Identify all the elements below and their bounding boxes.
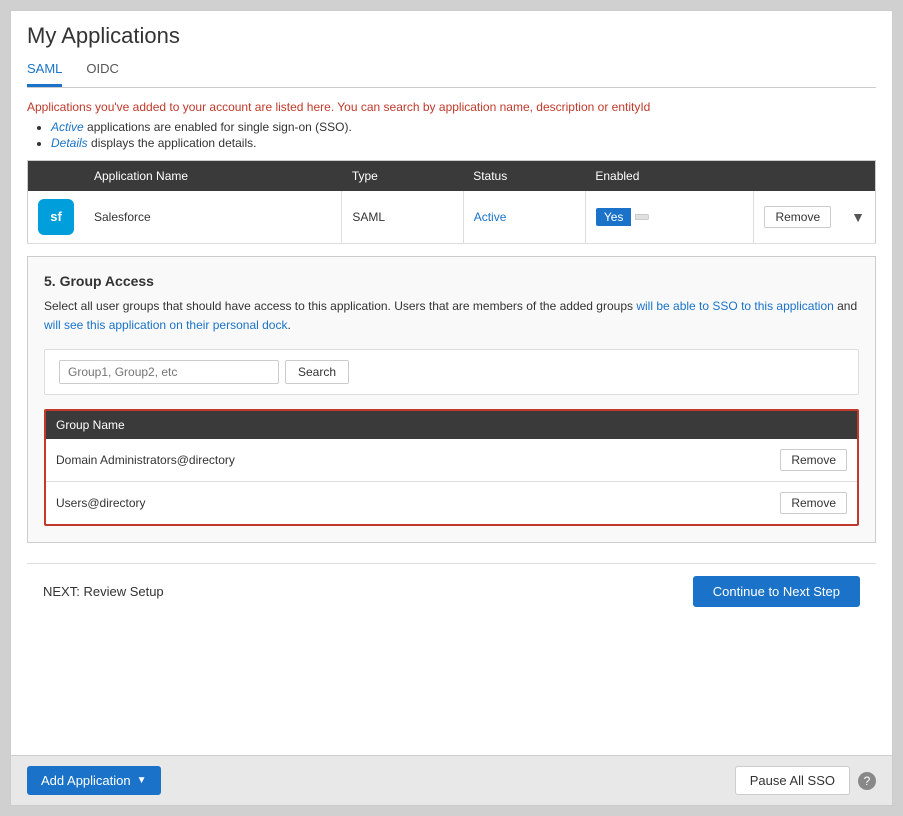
col-status: Status (463, 161, 585, 192)
tab-saml[interactable]: SAML (27, 57, 62, 87)
group-access-panel: 5. Group Access Select all user groups t… (27, 256, 876, 543)
app-name-cell: Salesforce (84, 191, 342, 244)
info-text: Applications you've added to your accoun… (27, 100, 876, 114)
group-table-wrapper: Group Name Domain Administrators@directo… (44, 409, 859, 526)
group-row-2: Users@directory Remove (46, 482, 857, 525)
app-type-cell: SAML (342, 191, 463, 244)
continue-button[interactable]: Continue to Next Step (693, 576, 860, 607)
footer-right: Pause All SSO ? (735, 766, 876, 795)
col-action (754, 161, 841, 192)
app-logo-cell: sf (28, 191, 85, 244)
section-description: Select all user groups that should have … (44, 297, 859, 335)
pause-sso-button[interactable]: Pause All SSO (735, 766, 850, 795)
tab-bar: SAML OIDC (27, 57, 876, 87)
group-col-name: Group Name (46, 411, 767, 439)
status-active-label: Active (474, 210, 507, 224)
col-type: Type (342, 161, 463, 192)
app-status-cell: Active (463, 191, 585, 244)
group-name-2: Users@directory (46, 482, 767, 525)
bullet2-italic: Details (51, 136, 88, 150)
col-app-name: Application Name (84, 161, 342, 192)
bullet2-rest: displays the application details. (88, 136, 257, 150)
bullet-list: Active applications are enabled for sing… (51, 120, 876, 150)
bullet1-rest: applications are enabled for single sign… (84, 120, 352, 134)
remove-group-1-button[interactable]: Remove (780, 449, 847, 471)
col-expand (841, 161, 875, 192)
page-title: My Applications (27, 23, 876, 49)
group-remove-cell-2: Remove (767, 482, 857, 525)
next-row: NEXT: Review Setup Continue to Next Step (27, 563, 876, 619)
add-application-label: Add Application (41, 773, 131, 788)
app-enabled-cell: Yes (585, 191, 754, 244)
expand-chevron-icon[interactable]: ▼ (851, 209, 865, 225)
toggle-wrapper: Yes (596, 208, 744, 226)
page-footer: Add Application ▼ Pause All SSO ? (11, 755, 892, 805)
group-name-1: Domain Administrators@directory (46, 439, 767, 482)
search-button[interactable]: Search (285, 360, 349, 384)
add-application-button[interactable]: Add Application ▼ (27, 766, 161, 795)
remove-app-button[interactable]: Remove (764, 206, 831, 228)
table-row: sf Salesforce SAML Active Yes (28, 191, 876, 244)
svg-text:sf: sf (50, 209, 62, 224)
footer-left: Add Application ▼ (27, 766, 161, 795)
help-icon[interactable]: ? (858, 772, 876, 790)
bullet1-italic: Active (51, 120, 84, 134)
group-table: Group Name Domain Administrators@directo… (46, 411, 857, 524)
search-row: Search (44, 349, 859, 395)
col-logo (28, 161, 85, 192)
toggle-yes-button[interactable]: Yes (596, 208, 632, 226)
group-col-action (767, 411, 857, 439)
section-title: 5. Group Access (44, 273, 859, 289)
group-search-input[interactable] (59, 360, 279, 384)
salesforce-logo: sf (38, 199, 74, 235)
add-app-caret-icon: ▼ (137, 775, 147, 786)
group-remove-cell-1: Remove (767, 439, 857, 482)
application-table: Application Name Type Status Enabled sf (27, 160, 876, 244)
app-remove-cell: Remove (754, 191, 841, 244)
remove-group-2-button[interactable]: Remove (780, 492, 847, 514)
toggle-slider[interactable] (635, 214, 649, 220)
group-row-1: Domain Administrators@directory Remove (46, 439, 857, 482)
app-expand-cell: ▼ (841, 191, 875, 244)
tab-oidc[interactable]: OIDC (86, 57, 119, 87)
next-label: NEXT: Review Setup (43, 584, 164, 599)
col-enabled: Enabled (585, 161, 754, 192)
